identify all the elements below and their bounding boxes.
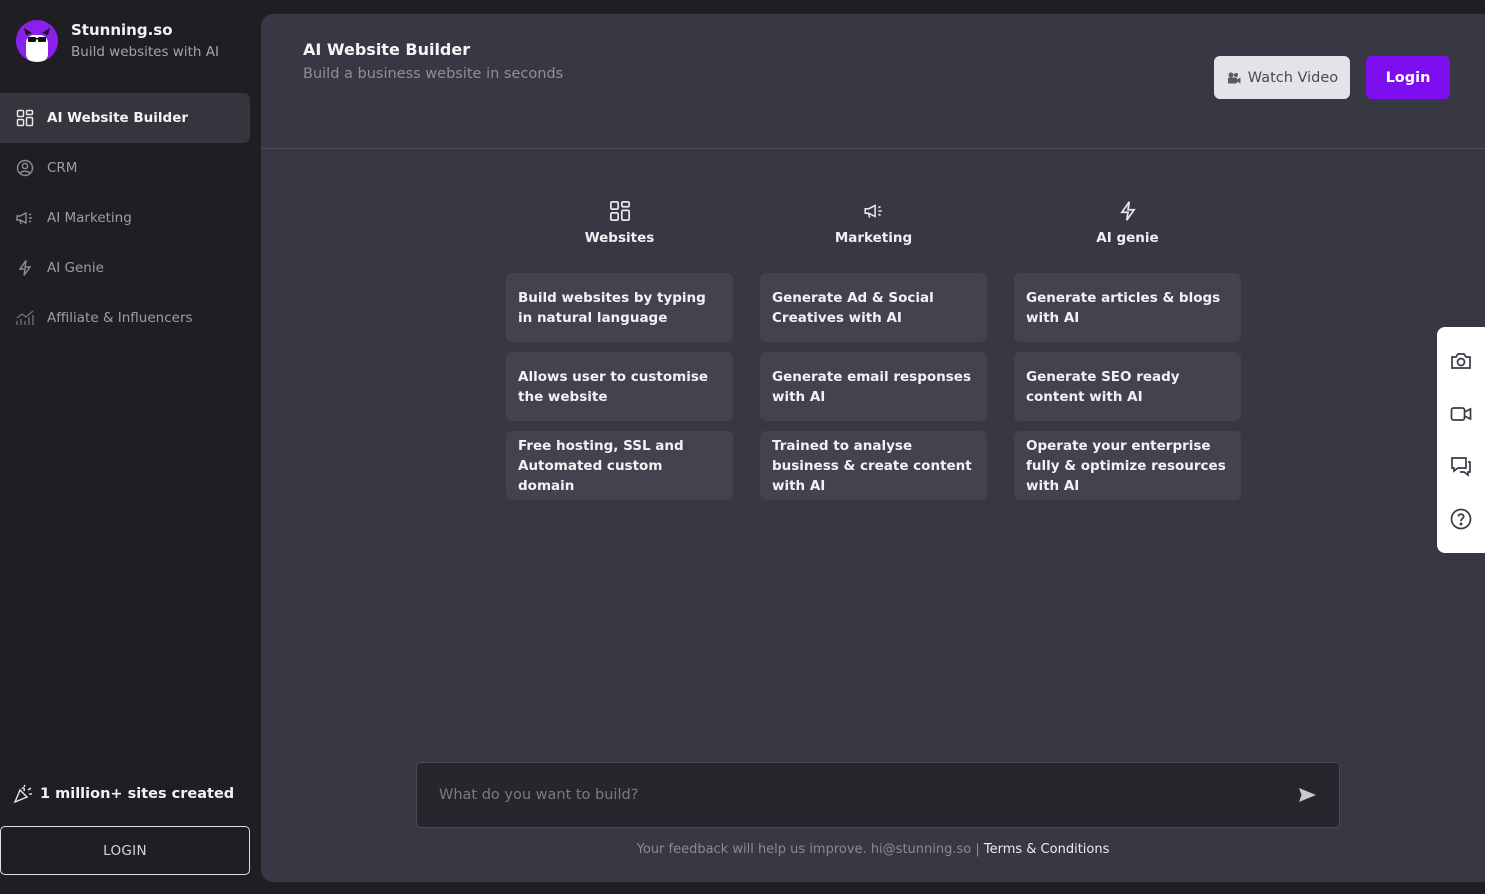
page-title: AI Website Builder bbox=[303, 40, 471, 59]
chart-icon bbox=[15, 308, 35, 328]
brand-tagline: Build websites with AI bbox=[71, 44, 219, 60]
feature-card[interactable]: Free hosting, SSL and Automated custom d… bbox=[506, 431, 733, 500]
sidebar-item-crm[interactable]: CRM bbox=[0, 143, 250, 193]
sidebar-item-label: Affiliate & Influencers bbox=[47, 310, 193, 326]
video-camera-icon bbox=[1227, 72, 1241, 83]
sidebar-login-button[interactable]: LOGIN bbox=[0, 826, 250, 875]
feature-card[interactable]: Operate your enterprise fully & optimize… bbox=[1014, 431, 1241, 500]
lightning-icon bbox=[15, 258, 35, 278]
feature-card[interactable]: Trained to analyse business & create con… bbox=[760, 431, 987, 500]
grid-icon bbox=[15, 108, 35, 128]
main-panel: AI Website Builder Build a business webs… bbox=[261, 14, 1485, 882]
page-subtitle: Build a business website in seconds bbox=[303, 66, 564, 82]
video-icon[interactable] bbox=[1449, 402, 1473, 426]
column-title: AI genie bbox=[1096, 230, 1159, 246]
feature-card[interactable]: Build websites by typing in natural lang… bbox=[506, 273, 733, 342]
column-title: Websites bbox=[584, 230, 655, 246]
sidebar-item-ai-marketing[interactable]: AI Marketing bbox=[0, 193, 250, 243]
brand-name: Stunning.so bbox=[71, 21, 173, 39]
column-marketing: Marketing Generate Ad & Social Creatives… bbox=[760, 200, 987, 510]
logo bbox=[16, 20, 58, 62]
sites-created-banner: 1 million+ sites created bbox=[12, 783, 234, 805]
lightning-icon bbox=[1119, 201, 1136, 221]
send-icon[interactable] bbox=[1295, 783, 1319, 807]
megaphone-icon bbox=[863, 204, 882, 218]
feature-card[interactable]: Generate Ad & Social Creatives with AI bbox=[760, 273, 987, 342]
help-icon[interactable] bbox=[1449, 507, 1473, 531]
sidebar-item-label: CRM bbox=[47, 160, 78, 176]
watch-video-button[interactable]: Watch Video bbox=[1214, 56, 1350, 99]
megaphone-icon bbox=[15, 208, 35, 228]
column-ai-genie: AI genie Generate articles & blogs with … bbox=[1014, 200, 1241, 510]
chat-icon[interactable] bbox=[1449, 454, 1473, 478]
sidebar-item-affiliate-influencers[interactable]: Affiliate & Influencers bbox=[0, 293, 250, 343]
prompt-box bbox=[416, 762, 1340, 828]
feature-card[interactable]: Generate SEO ready content with AI bbox=[1014, 352, 1241, 421]
sidebar-nav: AI Website Builder CRM AI Marketing AI G… bbox=[0, 93, 250, 343]
feature-card[interactable]: Allows user to customise the website bbox=[506, 352, 733, 421]
sidebar-item-ai-website-builder[interactable]: AI Website Builder bbox=[0, 93, 250, 143]
sites-created-text: 1 million+ sites created bbox=[40, 786, 235, 802]
feature-card[interactable]: Generate articles & blogs with AI bbox=[1014, 273, 1241, 342]
feature-card[interactable]: Generate email responses with AI bbox=[760, 352, 987, 421]
column-websites: Websites Build websites by typing in nat… bbox=[506, 200, 733, 510]
footer: Your feedback will help us improve. hi@s… bbox=[261, 842, 1485, 857]
prompt-input[interactable] bbox=[417, 787, 1295, 803]
feature-columns: Websites Build websites by typing in nat… bbox=[506, 200, 1241, 510]
grid-icon bbox=[609, 200, 630, 222]
sidebar-item-label: AI Website Builder bbox=[47, 110, 189, 126]
column-title: Marketing bbox=[834, 230, 913, 246]
watch-video-label: Watch Video bbox=[1247, 69, 1339, 86]
login-button[interactable]: Login bbox=[1366, 56, 1450, 99]
sidebar-item-label: AI Marketing bbox=[47, 210, 132, 226]
sidebar: Stunning.so Build websites with AI AI We… bbox=[0, 0, 261, 894]
camera-icon[interactable] bbox=[1449, 349, 1473, 373]
terms-link[interactable]: Terms & Conditions bbox=[984, 842, 1110, 857]
party-popper-icon bbox=[13, 784, 32, 804]
user-circle-icon bbox=[15, 158, 35, 178]
feedback-toolbar bbox=[1437, 327, 1485, 553]
sidebar-item-ai-genie[interactable]: AI Genie bbox=[0, 243, 250, 293]
brand[interactable]: Stunning.so Build websites with AI bbox=[16, 20, 219, 62]
sidebar-item-label: AI Genie bbox=[47, 260, 104, 276]
page-header: AI Website Builder Build a business webs… bbox=[261, 14, 1485, 149]
feedback-text: Your feedback will help us improve. hi@s… bbox=[636, 842, 980, 857]
